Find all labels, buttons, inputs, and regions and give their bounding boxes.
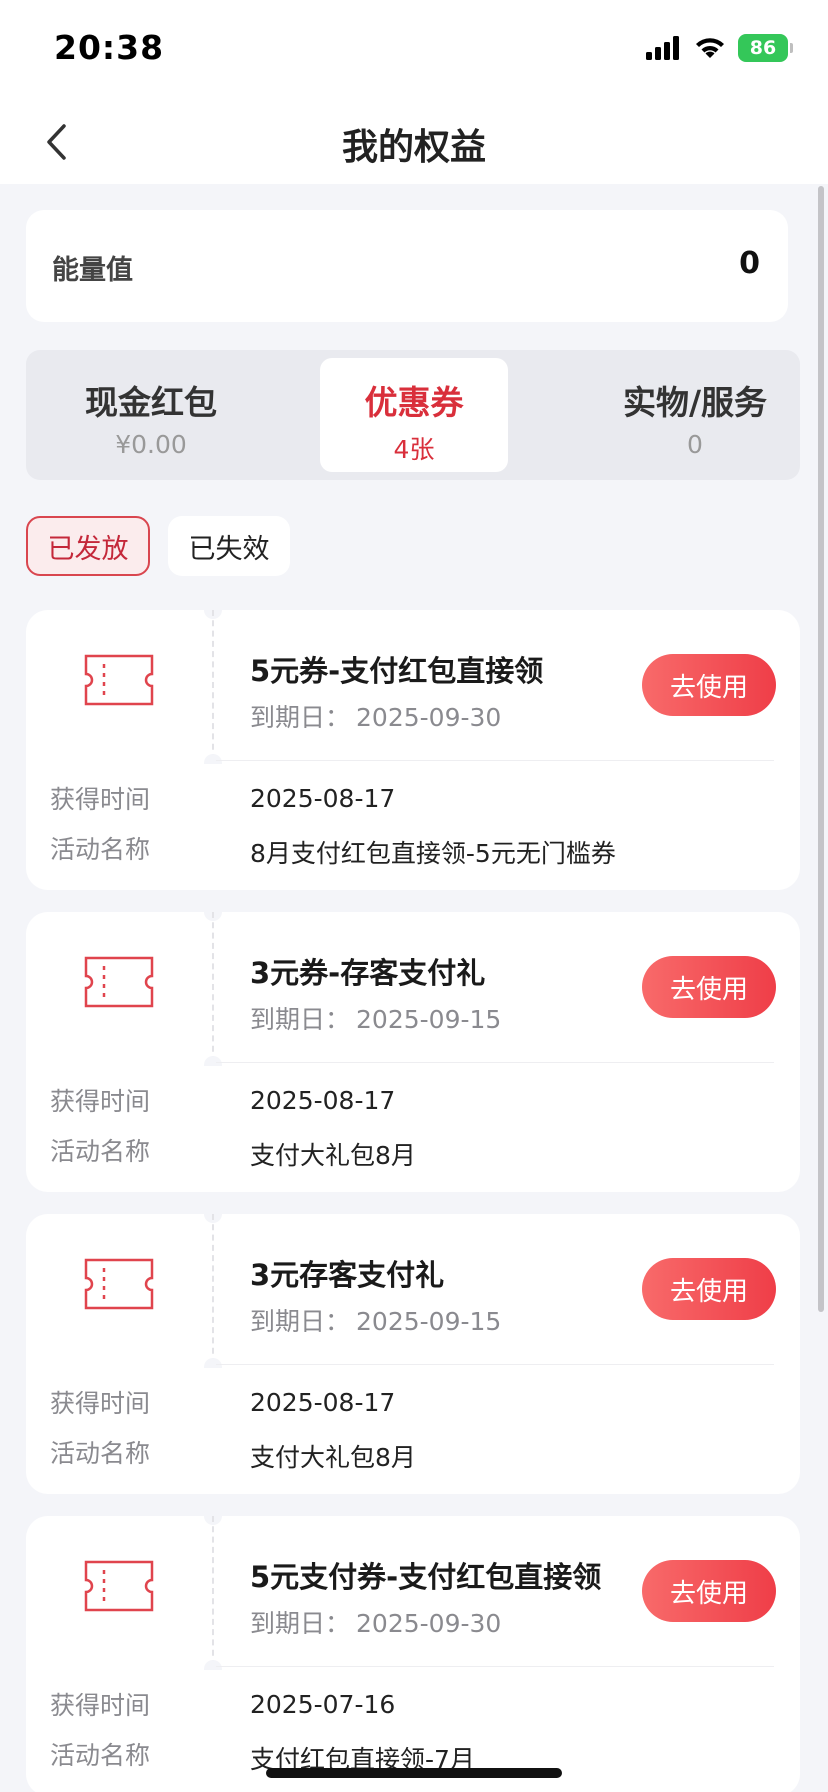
obtain-time-label: 获得时间: [50, 1087, 151, 1116]
ticket-icon: [84, 1560, 154, 1612]
tab-label: 现金红包: [85, 383, 217, 422]
home-indicator: [266, 1768, 562, 1778]
coupon-separator: [216, 760, 774, 761]
obtain-time-value: 2025-08-17: [250, 1086, 396, 1115]
filter-expired[interactable]: 已失效: [168, 516, 290, 576]
coupon-separator: [216, 1062, 774, 1063]
benefit-tabs: 现金红包 ¥0.00 优惠券 4张 实物/服务 0: [26, 350, 800, 480]
coupon-card: 5元支付券-支付红包直接领 到期日： 2025-09-30 去使用 获得时间 20…: [26, 1515, 800, 1792]
coupon-notch: [204, 1358, 222, 1368]
activity-name-label: 活动名称: [50, 1741, 151, 1770]
activity-name-label: 活动名称: [50, 1439, 151, 1468]
page-title: 我的权益: [341, 127, 486, 168]
coupon-title: 3元券-存客支付礼: [250, 956, 486, 990]
obtain-time-label: 获得时间: [50, 1389, 151, 1418]
coupon-title: 3元存客支付礼: [250, 1258, 445, 1292]
ticket-icon: [84, 1258, 154, 1310]
expire-date: 2025-09-15: [356, 1005, 502, 1034]
activity-name-label: 活动名称: [50, 1137, 151, 1166]
coupon-title: 5元券-支付红包直接领: [250, 654, 544, 688]
coupon-divider: [212, 1516, 214, 1666]
ticket-icon: [84, 956, 154, 1008]
coupon-divider: [212, 1214, 214, 1364]
coupon-divider: [212, 610, 214, 760]
coupon-title: 5元支付券-支付红包直接领: [250, 1560, 602, 1594]
obtain-time-value: 2025-08-17: [250, 1388, 396, 1417]
energy-label: 能量值: [52, 255, 133, 286]
coupon-notch: [204, 1056, 222, 1066]
tab-count: 4张: [393, 435, 435, 464]
expire-label: 到期日：: [250, 1005, 351, 1034]
expire-label: 到期日：: [250, 703, 351, 732]
expire-date: 2025-09-30: [356, 703, 502, 732]
ticket-icon: [84, 654, 154, 706]
filter-issued[interactable]: 已发放: [26, 516, 150, 576]
obtain-time-label: 获得时间: [50, 785, 151, 814]
tab-label: 优惠券: [364, 383, 464, 422]
obtain-time-value: 2025-08-17: [250, 784, 396, 813]
obtain-time-label: 获得时间: [50, 1691, 151, 1720]
coupon-notch: [204, 1660, 222, 1670]
tab-label: 实物/服务: [622, 383, 768, 422]
coupon-expire: 到期日： 2025-09-15: [250, 1302, 501, 1338]
status-time: 20:38: [54, 28, 165, 67]
coupon-separator: [216, 1666, 774, 1667]
obtain-time-value: 2025-07-16: [250, 1690, 396, 1719]
scroll-indicator[interactable]: [818, 186, 824, 1312]
tab-physical-service[interactable]: 实物/服务 0: [602, 358, 788, 472]
coupon-card: 3元券-存客支付礼 到期日： 2025-09-15 去使用 获得时间 2025-0…: [26, 911, 800, 1192]
nav-bar: 我的权益: [0, 100, 828, 184]
energy-value: 0: [739, 246, 760, 281]
energy-card: 能量值 0: [26, 210, 788, 322]
expire-date: 2025-09-15: [356, 1307, 502, 1336]
activity-name-value: 支付大礼包8月: [250, 1443, 416, 1472]
coupon-notch: [204, 754, 222, 764]
expire-label: 到期日：: [250, 1307, 351, 1336]
coupon-divider: [212, 912, 214, 1062]
status-icons: 86: [646, 34, 793, 62]
expire-label: 到期日：: [250, 1609, 351, 1638]
coupon-card: 5元券-支付红包直接领 到期日： 2025-09-30 去使用 获得时间 2025…: [26, 609, 800, 890]
tab-cash-red-packet[interactable]: 现金红包 ¥0.00: [42, 358, 260, 472]
activity-name-value: 8月支付红包直接领-5元无门槛券: [250, 839, 616, 868]
use-coupon-button[interactable]: 去使用: [642, 1560, 776, 1622]
coupon-separator: [216, 1364, 774, 1365]
tab-count: 0: [687, 430, 703, 459]
expire-date: 2025-09-30: [356, 1609, 502, 1638]
coupon-card: 3元存客支付礼 到期日： 2025-09-15 去使用 获得时间 2025-08-…: [26, 1213, 800, 1494]
battery-icon: 86: [738, 34, 793, 62]
activity-name-label: 活动名称: [50, 835, 151, 864]
use-coupon-button[interactable]: 去使用: [642, 654, 776, 716]
use-coupon-button[interactable]: 去使用: [642, 956, 776, 1018]
tab-coupons[interactable]: 优惠券 4张: [320, 358, 508, 472]
battery-level: 86: [749, 37, 777, 59]
activity-name-value: 支付大礼包8月: [250, 1141, 416, 1170]
tab-count: ¥0.00: [115, 430, 187, 459]
signal-icon: [646, 36, 679, 60]
use-coupon-button[interactable]: 去使用: [642, 1258, 776, 1320]
coupon-expire: 到期日： 2025-09-15: [250, 1000, 501, 1036]
wifi-icon: [696, 38, 724, 58]
status-bar: 20:38 86: [0, 0, 828, 100]
coupon-expire: 到期日： 2025-09-30: [250, 698, 501, 734]
coupon-expire: 到期日： 2025-09-30: [250, 1604, 501, 1640]
